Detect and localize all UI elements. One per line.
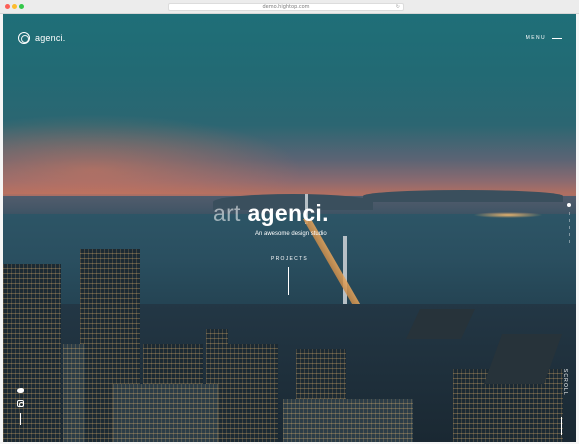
menu-label: MENU [525,35,546,41]
distant-hills [363,190,563,202]
distant-city-lights [473,212,543,218]
headline-word-2: agenci. [247,200,329,226]
building [63,344,85,442]
building [283,399,413,442]
building [218,344,278,442]
projects-link[interactable]: PROJECTS [271,256,308,262]
headline-word-1: art [213,200,241,226]
hero-headline: art agenci. [213,200,329,227]
slide-indicator-active[interactable] [567,203,571,207]
scroll-label[interactable]: SCROLL [562,369,568,396]
hero-section: agenci. MENU art agenci. An awesome desi… [3,14,576,442]
slide-indicator[interactable] [569,233,570,236]
building [3,264,61,442]
slide-indicator[interactable] [569,219,570,222]
globe-icon [18,32,30,44]
slide-indicator[interactable] [569,212,570,215]
brand-logo[interactable]: agenci. [18,32,65,44]
menu-line-icon [552,37,562,39]
address-bar-url: demo.hightop.com [262,4,310,10]
minimize-window-button[interactable] [12,4,17,9]
instagram-icon[interactable] [17,400,24,407]
sunset-glow [3,114,303,194]
browser-toolbar: demo.hightop.com ↻ [0,0,579,14]
social-line [20,413,21,425]
address-bar[interactable]: demo.hightop.com ↻ [168,3,404,11]
menu-button[interactable]: MENU [526,35,562,41]
projects-line [288,267,289,295]
scroll-line [561,417,562,435]
slide-indicator[interactable] [569,240,570,243]
browser-window: demo.hightop.com ↻ agenci. MENU art agen… [0,0,579,444]
hero-tagline: An awesome design studio [255,231,327,237]
slide-indicator[interactable] [569,226,570,229]
close-window-button[interactable] [5,4,10,9]
brand-name: agenci. [35,33,66,43]
social-links [17,387,24,425]
reload-icon[interactable]: ↻ [396,4,400,11]
city-skyline [3,249,576,442]
twitter-icon[interactable] [17,387,24,394]
maximize-window-button[interactable] [19,4,24,9]
pier [406,309,475,339]
